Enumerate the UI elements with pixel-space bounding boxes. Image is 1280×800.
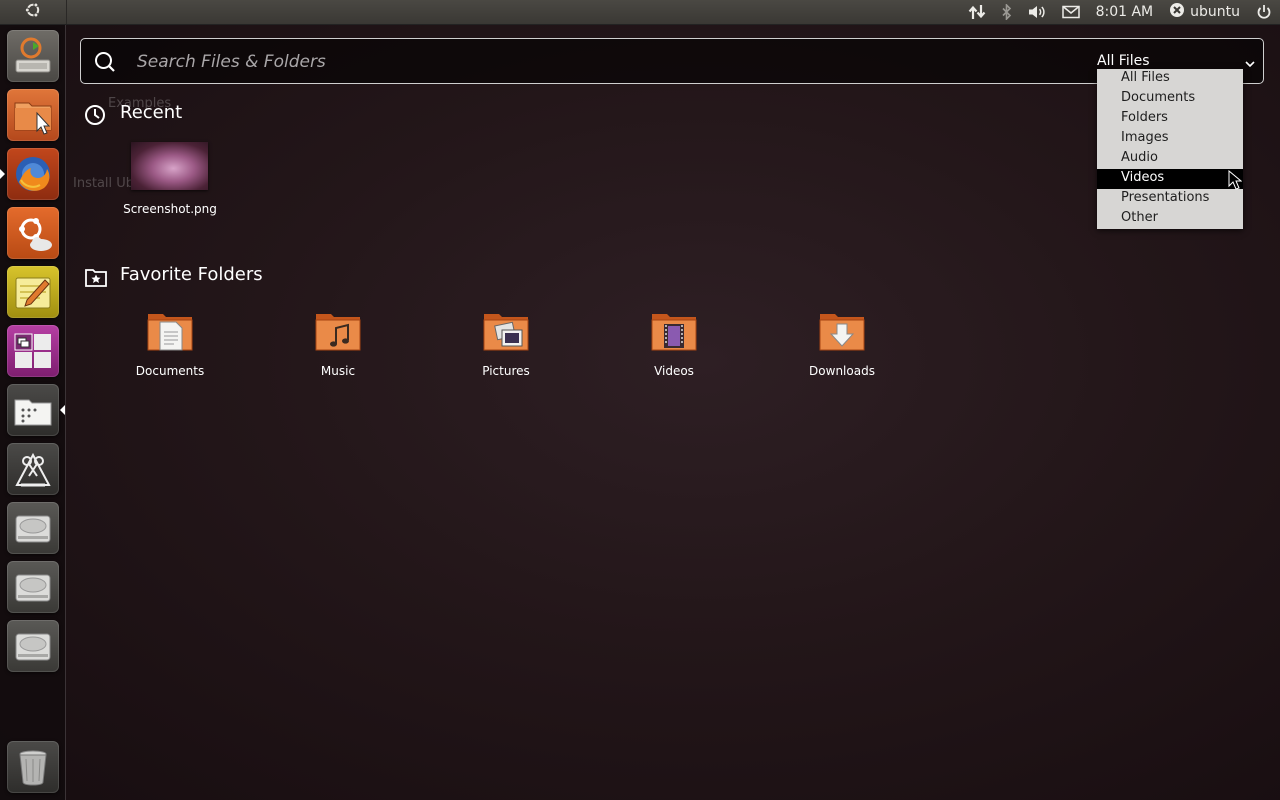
desktop: Examples Install Ub 8:01 AM ubuntu Searc… — [0, 0, 1280, 800]
top-panel: 8:01 AM ubuntu — [0, 0, 1280, 25]
launcher-item-drive-3[interactable] — [7, 620, 59, 672]
recent-title: Recent — [120, 102, 183, 123]
files-lens-icon — [11, 388, 55, 432]
folder-videos-label[interactable]: Videos — [624, 364, 724, 378]
launcher-item-ubuntu-one[interactable] — [7, 207, 59, 259]
chevron-down-icon — [1245, 56, 1255, 72]
filter-option-all-files[interactable]: All Files — [1097, 69, 1243, 89]
user-status-icon — [1169, 2, 1185, 22]
filter-option-presentations[interactable]: Presentations — [1097, 189, 1243, 209]
filter-selected-value: All Files — [1097, 53, 1150, 69]
launcher-item-workspace-switcher[interactable] — [7, 325, 59, 377]
favorites-title: Favorite Folders — [120, 264, 263, 285]
dash-home-button[interactable] — [0, 0, 67, 24]
filter-option-videos[interactable]: Videos — [1097, 169, 1243, 189]
firefox-icon — [11, 152, 55, 196]
active-indicator — [60, 405, 65, 415]
disk-drive-icon — [11, 565, 55, 609]
mouse-cursor-icon — [1228, 169, 1243, 194]
launcher-item-file-manager[interactable] — [7, 89, 59, 141]
folder-pictures-label[interactable]: Pictures — [456, 364, 556, 378]
folder-pictures-icon[interactable] — [482, 310, 530, 354]
user-menu[interactable]: ubuntu — [1169, 2, 1240, 22]
mail-icon[interactable] — [1061, 5, 1080, 19]
favorite-folder-icon — [84, 266, 108, 293]
clock-icon — [84, 104, 106, 131]
bluetooth-icon[interactable] — [1002, 4, 1012, 20]
filter-dropdown-menu: All Files Documents Folders Images Audio… — [1097, 69, 1243, 229]
filter-option-other[interactable]: Other — [1097, 209, 1243, 229]
folder-documents-icon[interactable] — [146, 310, 194, 354]
search-bar: All Files — [80, 38, 1264, 84]
folder-downloads-icon[interactable] — [818, 310, 866, 354]
disk-drive-icon — [11, 506, 55, 550]
launcher-item-files-lens[interactable] — [7, 384, 59, 436]
launcher-item-trash[interactable] — [7, 741, 59, 793]
power-icon[interactable] — [1256, 4, 1272, 20]
favorites-section-header: Favorite Folders — [84, 264, 344, 288]
launcher-item-applications-lens[interactable] — [7, 443, 59, 495]
disk-drive-icon — [11, 624, 55, 668]
volume-icon[interactable] — [1028, 4, 1046, 20]
recent-item-thumbnail[interactable] — [131, 142, 208, 190]
launcher-item-installer[interactable] — [7, 30, 59, 82]
launcher-item-drive-2[interactable] — [7, 561, 59, 613]
folder-music-icon[interactable] — [314, 310, 362, 354]
search-icon — [93, 50, 117, 78]
ghost-install-label: Install Ub — [73, 176, 135, 191]
trash-icon — [11, 745, 55, 789]
clock[interactable]: 8:01 AM — [1096, 4, 1154, 20]
folder-videos-icon[interactable] — [650, 310, 698, 354]
network-updown-icon[interactable] — [968, 4, 986, 20]
indicator-area: 8:01 AM ubuntu — [968, 0, 1272, 24]
filter-option-folders[interactable]: Folders — [1097, 109, 1243, 129]
filter-option-documents[interactable]: Documents — [1097, 89, 1243, 109]
file-manager-icon — [11, 93, 55, 137]
launcher — [0, 25, 66, 800]
launcher-item-firefox[interactable] — [7, 148, 59, 200]
filter-option-audio[interactable]: Audio — [1097, 149, 1243, 169]
folder-music-label[interactable]: Music — [288, 364, 388, 378]
running-indicator — [0, 169, 5, 179]
folder-downloads-label[interactable]: Downloads — [792, 364, 892, 378]
recent-item-label[interactable]: Screenshot.png — [110, 202, 230, 216]
search-input[interactable] — [135, 45, 1119, 79]
folder-documents-label[interactable]: Documents — [120, 364, 220, 378]
installer-icon — [11, 34, 55, 78]
filter-option-images[interactable]: Images — [1097, 129, 1243, 149]
workspace-switcher-icon — [11, 329, 55, 373]
text-editor-icon — [11, 270, 55, 314]
launcher-item-text-editor[interactable] — [7, 266, 59, 318]
launcher-item-drive-1[interactable] — [7, 502, 59, 554]
recent-section-header: Recent — [84, 102, 284, 126]
ubuntu-one-icon — [11, 211, 55, 255]
username: ubuntu — [1190, 4, 1240, 20]
applications-lens-icon — [11, 447, 55, 491]
ubuntu-logo-icon — [24, 1, 42, 23]
